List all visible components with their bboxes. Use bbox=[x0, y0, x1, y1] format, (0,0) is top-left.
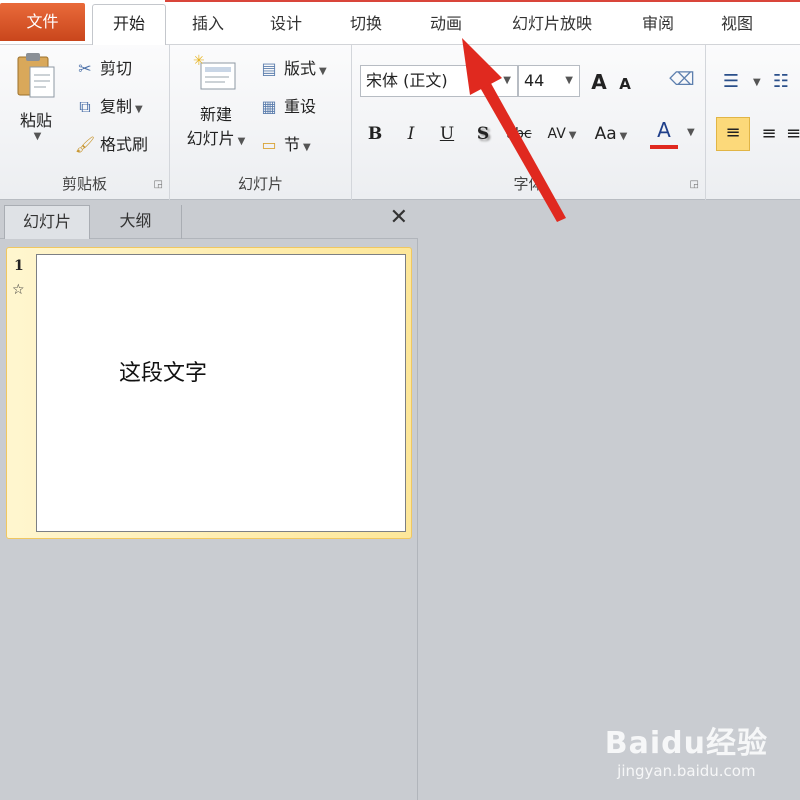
tab-transitions[interactable]: 切换 bbox=[346, 10, 386, 38]
group-label-clipboard: 剪贴板 bbox=[61, 175, 107, 193]
paste-label: 粘贴 bbox=[19, 111, 52, 130]
close-icon[interactable]: ✕ bbox=[390, 207, 408, 229]
layout-icon: ▤ bbox=[261, 59, 277, 78]
chevron-down-icon: ▼ bbox=[303, 142, 311, 153]
font-size-value: 44 bbox=[524, 71, 545, 90]
slide-number: 1 bbox=[14, 258, 24, 274]
copy-icon: ⧉ bbox=[79, 97, 91, 116]
chevron-down-icon: ▼ bbox=[568, 130, 577, 141]
group-font: 宋体 (正文) ▼ 44 ▼ A A ⌫ B I U S abc AV ▼ Aa ▼… bbox=[352, 45, 706, 200]
reset-button[interactable]: ▦ 重设 bbox=[258, 93, 316, 121]
align-center-icon[interactable]: ≡ bbox=[756, 119, 782, 149]
accent-line bbox=[165, 0, 800, 2]
font-size-combo[interactable]: 44 ▼ bbox=[518, 65, 580, 97]
char-spacing-button[interactable]: AV ▼ bbox=[542, 119, 582, 149]
dialog-launcher-icon[interactable]: ◲ bbox=[690, 179, 699, 190]
watermark: Baidu经验 jingyan.baidu.com bbox=[605, 718, 768, 780]
chevron-down-icon[interactable]: ▼ bbox=[503, 66, 511, 96]
format-painter-button[interactable]: 🖌 格式刷 bbox=[74, 131, 148, 159]
group-label-slides: 幻灯片 bbox=[237, 175, 283, 193]
cut-label: 剪切 bbox=[100, 59, 133, 78]
chevron-down-icon[interactable]: ▼ bbox=[238, 136, 246, 147]
tab-review[interactable]: 审阅 bbox=[638, 10, 678, 38]
svg-text:✳: ✳ bbox=[193, 53, 205, 69]
section-button[interactable]: ▭ 节 ▼ bbox=[258, 131, 311, 159]
grow-font-button[interactable]: A bbox=[588, 67, 610, 97]
bold-button[interactable]: B bbox=[364, 119, 386, 149]
tab-file[interactable]: 文件 bbox=[0, 3, 85, 41]
chevron-down-icon[interactable]: ▼ bbox=[753, 77, 761, 88]
new-slide-label-2: 幻灯片 bbox=[186, 129, 235, 148]
tab-outline-pane[interactable]: 大纲 bbox=[90, 205, 182, 239]
chevron-down-icon[interactable]: ▼ bbox=[565, 66, 573, 96]
tab-insert[interactable]: 插入 bbox=[188, 10, 228, 38]
strikethrough-button[interactable]: abc bbox=[502, 119, 536, 149]
cut-button[interactable]: ✂ 剪切 bbox=[74, 55, 132, 83]
paste-button[interactable]: 粘贴 ▼ bbox=[10, 51, 62, 142]
clear-format-icon[interactable]: ⌫ bbox=[668, 65, 696, 95]
new-slide-button[interactable]: ✳ 新建 幻灯片 ▼ bbox=[178, 51, 254, 149]
tab-design[interactable]: 设计 bbox=[266, 10, 306, 38]
section-icon: ▭ bbox=[261, 135, 277, 154]
tab-home[interactable]: 开始 bbox=[92, 4, 166, 46]
animation-star-icon: ☆ bbox=[12, 282, 25, 298]
group-paragraph: ☰ ▼ ☷ ≡ ≡ ≡ bbox=[706, 45, 800, 200]
layout-button[interactable]: ▤ 版式 ▼ bbox=[258, 55, 327, 83]
reset-icon: ▦ bbox=[261, 97, 277, 116]
group-clipboard: 粘贴 ▼ ✂ 剪切 ⧉ 复制 ▼ 🖌 格式刷 剪贴板 ◲ bbox=[0, 45, 170, 200]
shadow-button[interactable]: S bbox=[472, 119, 494, 149]
ribbon-tab-bar: 文件 开始 插入 设计 切换 动画 幻灯片放映 审阅 视图 bbox=[0, 0, 800, 46]
watermark-brand: Baidu经验 bbox=[604, 726, 768, 761]
font-name-combo[interactable]: 宋体 (正文) ▼ bbox=[360, 65, 518, 97]
tab-slideshow[interactable]: 幻灯片放映 bbox=[505, 10, 599, 38]
slide-thumbnail[interactable]: 这段文字 bbox=[36, 254, 406, 532]
new-slide-icon: ✳ bbox=[193, 53, 236, 90]
pane-tab-strip: 幻灯片 大纲 ✕ bbox=[0, 201, 418, 239]
format-painter-label: 格式刷 bbox=[100, 135, 149, 154]
ribbon-home: 粘贴 ▼ ✂剪切 ⧉复制▼ 🖌格式刷 剪贴板 ◲ ✳ 新建 幻灯片▼ bbox=[0, 45, 800, 200]
char-spacing-label: AV bbox=[547, 126, 566, 142]
new-slide-label-1: 新建 bbox=[199, 105, 232, 124]
chevron-down-icon[interactable]: ▼ bbox=[135, 104, 143, 115]
copy-button[interactable]: ⧉ 复制 ▼ bbox=[74, 93, 143, 121]
section-label: 节 bbox=[284, 135, 301, 154]
font-color-button[interactable]: A bbox=[650, 115, 678, 149]
scissors-icon: ✂ bbox=[78, 59, 92, 78]
underline-button[interactable]: U bbox=[436, 119, 458, 149]
font-name-value: 宋体 (正文) bbox=[366, 71, 448, 90]
chevron-down-icon: ▼ bbox=[33, 131, 42, 142]
clipboard-icon bbox=[17, 53, 55, 98]
change-case-button[interactable]: Aa ▼ bbox=[590, 119, 632, 149]
align-left-icon[interactable]: ≡ bbox=[716, 117, 750, 151]
change-case-label: Aa bbox=[594, 124, 617, 144]
watermark-url: jingyan.baidu.com bbox=[617, 762, 756, 780]
reset-label: 重设 bbox=[284, 97, 317, 116]
paintbrush-icon: 🖌 bbox=[74, 135, 96, 154]
group-slides: ✳ 新建 幻灯片 ▼ ▤ 版式 ▼ ▦ 重设 ▭ 节 ▼ 幻灯片 bbox=[170, 45, 352, 200]
tab-animations[interactable]: 动画 bbox=[426, 10, 466, 38]
slide-editor-area[interactable] bbox=[425, 201, 800, 800]
tab-view[interactable]: 视图 bbox=[717, 10, 757, 38]
chevron-down-icon: ▼ bbox=[619, 131, 628, 142]
dialog-launcher-icon[interactable]: ◲ bbox=[154, 179, 163, 190]
italic-button[interactable]: I bbox=[400, 119, 422, 149]
align-right-icon[interactable]: ≡ bbox=[786, 119, 800, 149]
slide-text: 这段文字 bbox=[119, 361, 208, 386]
numbering-icon[interactable]: ☷ bbox=[768, 67, 794, 97]
bullets-icon[interactable]: ☰ bbox=[718, 67, 744, 97]
group-label-font: 字体 bbox=[513, 175, 544, 193]
layout-label: 版式 bbox=[284, 59, 317, 78]
chevron-down-icon: ▼ bbox=[319, 66, 327, 77]
shrink-font-button[interactable]: A bbox=[616, 69, 634, 99]
copy-label: 复制 bbox=[100, 97, 133, 116]
tab-slides-pane[interactable]: 幻灯片 bbox=[4, 205, 90, 239]
chevron-down-icon[interactable]: ▼ bbox=[687, 127, 695, 138]
